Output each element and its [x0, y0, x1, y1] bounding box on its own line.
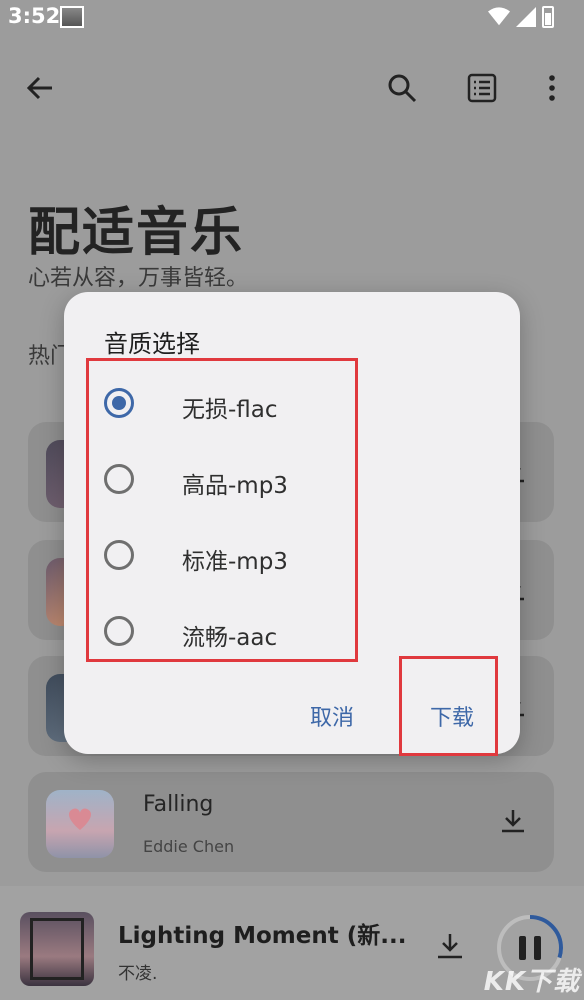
search-button[interactable]	[382, 68, 422, 108]
radio-button[interactable]	[104, 464, 134, 494]
download-icon[interactable]	[434, 930, 466, 962]
song-card[interactable]: Falling Eddie Chen	[28, 772, 554, 872]
album-art	[46, 790, 114, 858]
status-bar: 3:52	[0, 0, 584, 36]
cancel-button[interactable]: 取消	[310, 700, 354, 732]
heart-icon	[68, 808, 92, 830]
quality-option[interactable]: 高品-mp3	[90, 452, 352, 512]
quality-option[interactable]: 标准-mp3	[90, 528, 352, 588]
now-playing-bar[interactable]: Lighting Moment (新... 不凌. KK下载	[0, 886, 584, 1000]
signal-icon	[516, 7, 536, 27]
dialog-title: 音质选择	[104, 330, 200, 358]
radio-button[interactable]	[104, 388, 134, 418]
quality-option-label: 标准-mp3	[182, 549, 288, 575]
song-title: Falling	[143, 792, 214, 817]
quality-option[interactable]: 流畅-aac	[90, 604, 352, 664]
battery-icon	[542, 6, 554, 28]
pause-icon	[519, 936, 526, 960]
quality-option[interactable]: 无损-flac	[90, 376, 352, 436]
list-icon	[467, 73, 497, 103]
status-icons	[488, 6, 554, 28]
now-playing-art	[20, 912, 94, 986]
quality-option-label: 流畅-aac	[182, 625, 278, 651]
list-button[interactable]	[462, 68, 502, 108]
toolbar	[0, 58, 584, 118]
radio-button[interactable]	[104, 616, 134, 646]
pause-icon	[534, 936, 541, 960]
more-button[interactable]	[532, 68, 572, 108]
download-button[interactable]: 下载	[430, 700, 474, 732]
watermark: KK下载	[483, 967, 580, 997]
arrow-left-icon	[26, 76, 52, 100]
more-vertical-icon	[549, 75, 555, 101]
status-time: 3:52	[8, 4, 61, 28]
song-artist: Eddie Chen	[143, 837, 235, 856]
quality-option-label: 高品-mp3	[182, 473, 288, 499]
quality-dialog: 音质选择 无损-flac 高品-mp3 标准-mp3 流畅-aac 取消 下载	[64, 292, 520, 754]
now-playing-artist: 不凌.	[118, 964, 158, 984]
notification-image-icon	[60, 6, 84, 28]
quality-option-label: 无损-flac	[182, 397, 278, 423]
wifi-icon	[488, 7, 510, 26]
page-subtitle: 心若从容，万事皆轻。	[28, 266, 249, 291]
radio-button[interactable]	[104, 540, 134, 570]
back-button[interactable]	[20, 68, 60, 108]
now-playing-title: Lighting Moment (新...	[118, 923, 407, 949]
search-icon	[388, 74, 417, 103]
page-title: 配适音乐	[28, 203, 245, 263]
download-icon[interactable]	[498, 806, 528, 836]
